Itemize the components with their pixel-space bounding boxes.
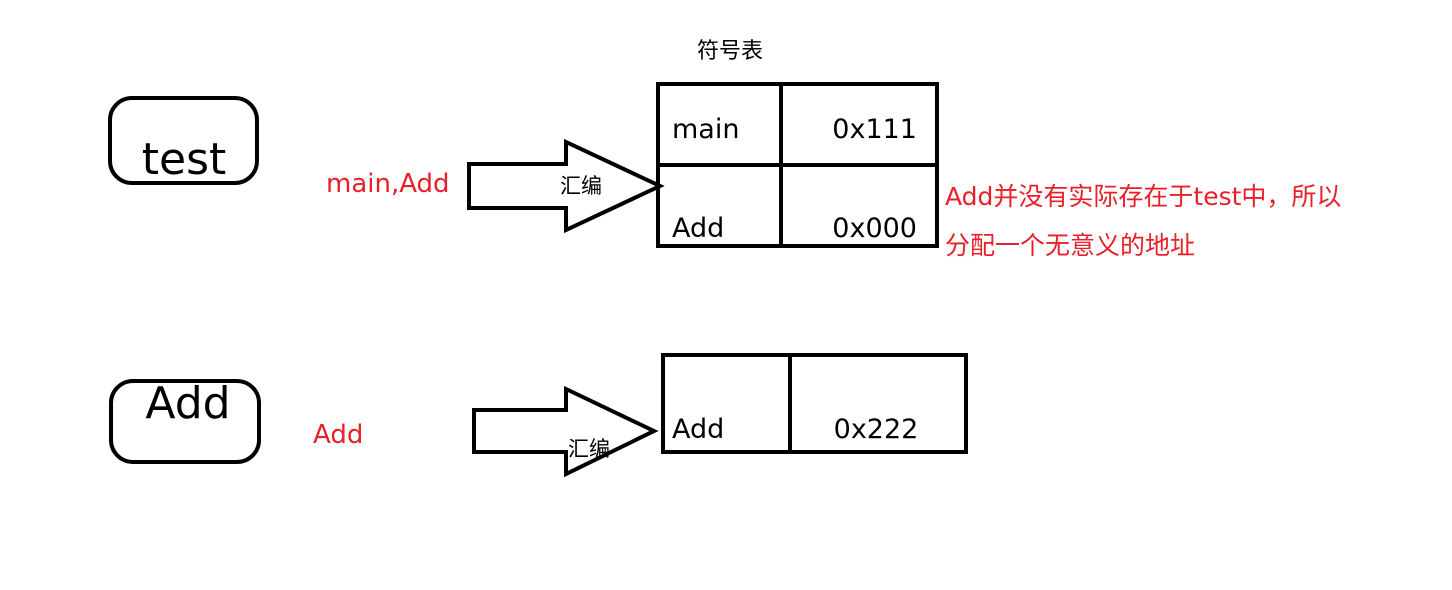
- add-symbol-table: Add 0x222: [661, 353, 968, 454]
- test-table-address-add: 0x000: [832, 213, 917, 244]
- compilation-symbol-diagram: 符号表 test main,Add 汇编 main 0x111 Add 0x00…: [108, 39, 1341, 478]
- add-assemble-arrow: [472, 385, 659, 478]
- test-table-name-main: main: [672, 114, 739, 145]
- test-module-label: test: [142, 134, 227, 185]
- test-module-group: test main,Add 汇编 main 0x111 Add 0x000 Ad…: [108, 82, 1341, 260]
- add-module-label: Add: [145, 378, 230, 429]
- add-table-address-add: 0x222: [834, 414, 919, 445]
- test-symbols-text: main,Add: [326, 169, 450, 199]
- test-table-name-add: Add: [672, 213, 724, 244]
- test-note-line1: Add并没有实际存在于test中，所以: [945, 182, 1341, 211]
- add-symbols-text: Add: [313, 420, 363, 450]
- test-symbol-table: main 0x111 Add 0x000: [656, 82, 939, 248]
- add-table-name-add: Add: [672, 414, 724, 445]
- test-assemble-arrow-label: 汇编: [560, 174, 602, 198]
- test-table-address-main: 0x111: [832, 114, 917, 145]
- add-assemble-arrow-label: 汇编: [568, 437, 610, 461]
- test-note-line2: 分配一个无意义的地址: [945, 231, 1195, 260]
- symbol-table-title: 符号表: [697, 39, 763, 64]
- add-module-group: Add Add 汇编 Add 0x222: [109, 353, 968, 478]
